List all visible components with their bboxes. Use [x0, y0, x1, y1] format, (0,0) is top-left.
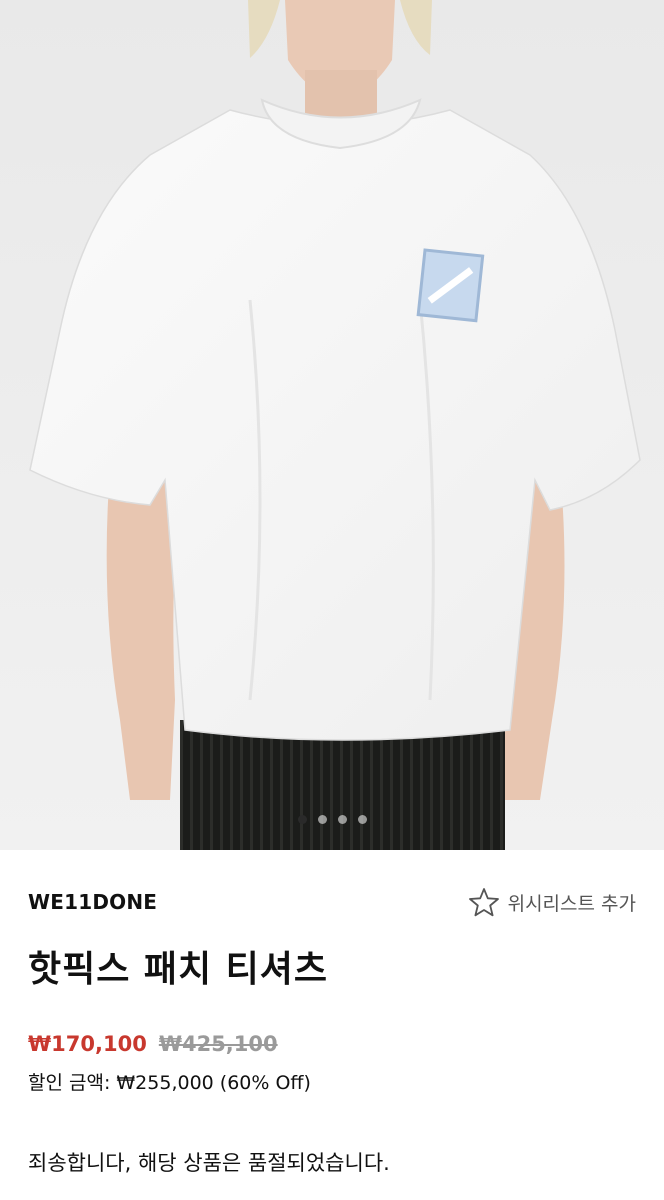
- brand-row: WE11DONE 위시리스트 추가: [28, 876, 636, 928]
- wishlist-label: 위시리스트 추가: [507, 892, 636, 915]
- product-photo: [0, 0, 664, 850]
- gallery-dot[interactable]: [357, 815, 367, 824]
- product-image-gallery[interactable]: [0, 0, 664, 850]
- gallery-dot[interactable]: [297, 815, 307, 824]
- gallery-pagination[interactable]: [0, 815, 664, 824]
- star-icon: [468, 888, 499, 917]
- gallery-dot[interactable]: [337, 815, 347, 824]
- original-price: ₩425,100: [158, 1032, 278, 1056]
- product-info: WE11DONE 위시리스트 추가 핫픽스 패치 티셔츠 ₩170,100 ₩4…: [0, 876, 664, 1177]
- price-row: ₩170,100 ₩425,100: [28, 1032, 636, 1056]
- sale-price: ₩170,100: [28, 1032, 147, 1056]
- wishlist-button[interactable]: 위시리스트 추가: [468, 887, 636, 917]
- gallery-dot[interactable]: [317, 815, 327, 824]
- logo-patch: [416, 248, 485, 323]
- product-title: 핫픽스 패치 티셔츠: [28, 949, 329, 990]
- discount-amount: 할인 금액: ₩255,000 (60% Off): [28, 1072, 311, 1094]
- brand-name[interactable]: WE11DONE: [28, 890, 157, 914]
- soldout-message: 죄송합니다, 해당 상품은 품절되었습니다.: [28, 1151, 390, 1175]
